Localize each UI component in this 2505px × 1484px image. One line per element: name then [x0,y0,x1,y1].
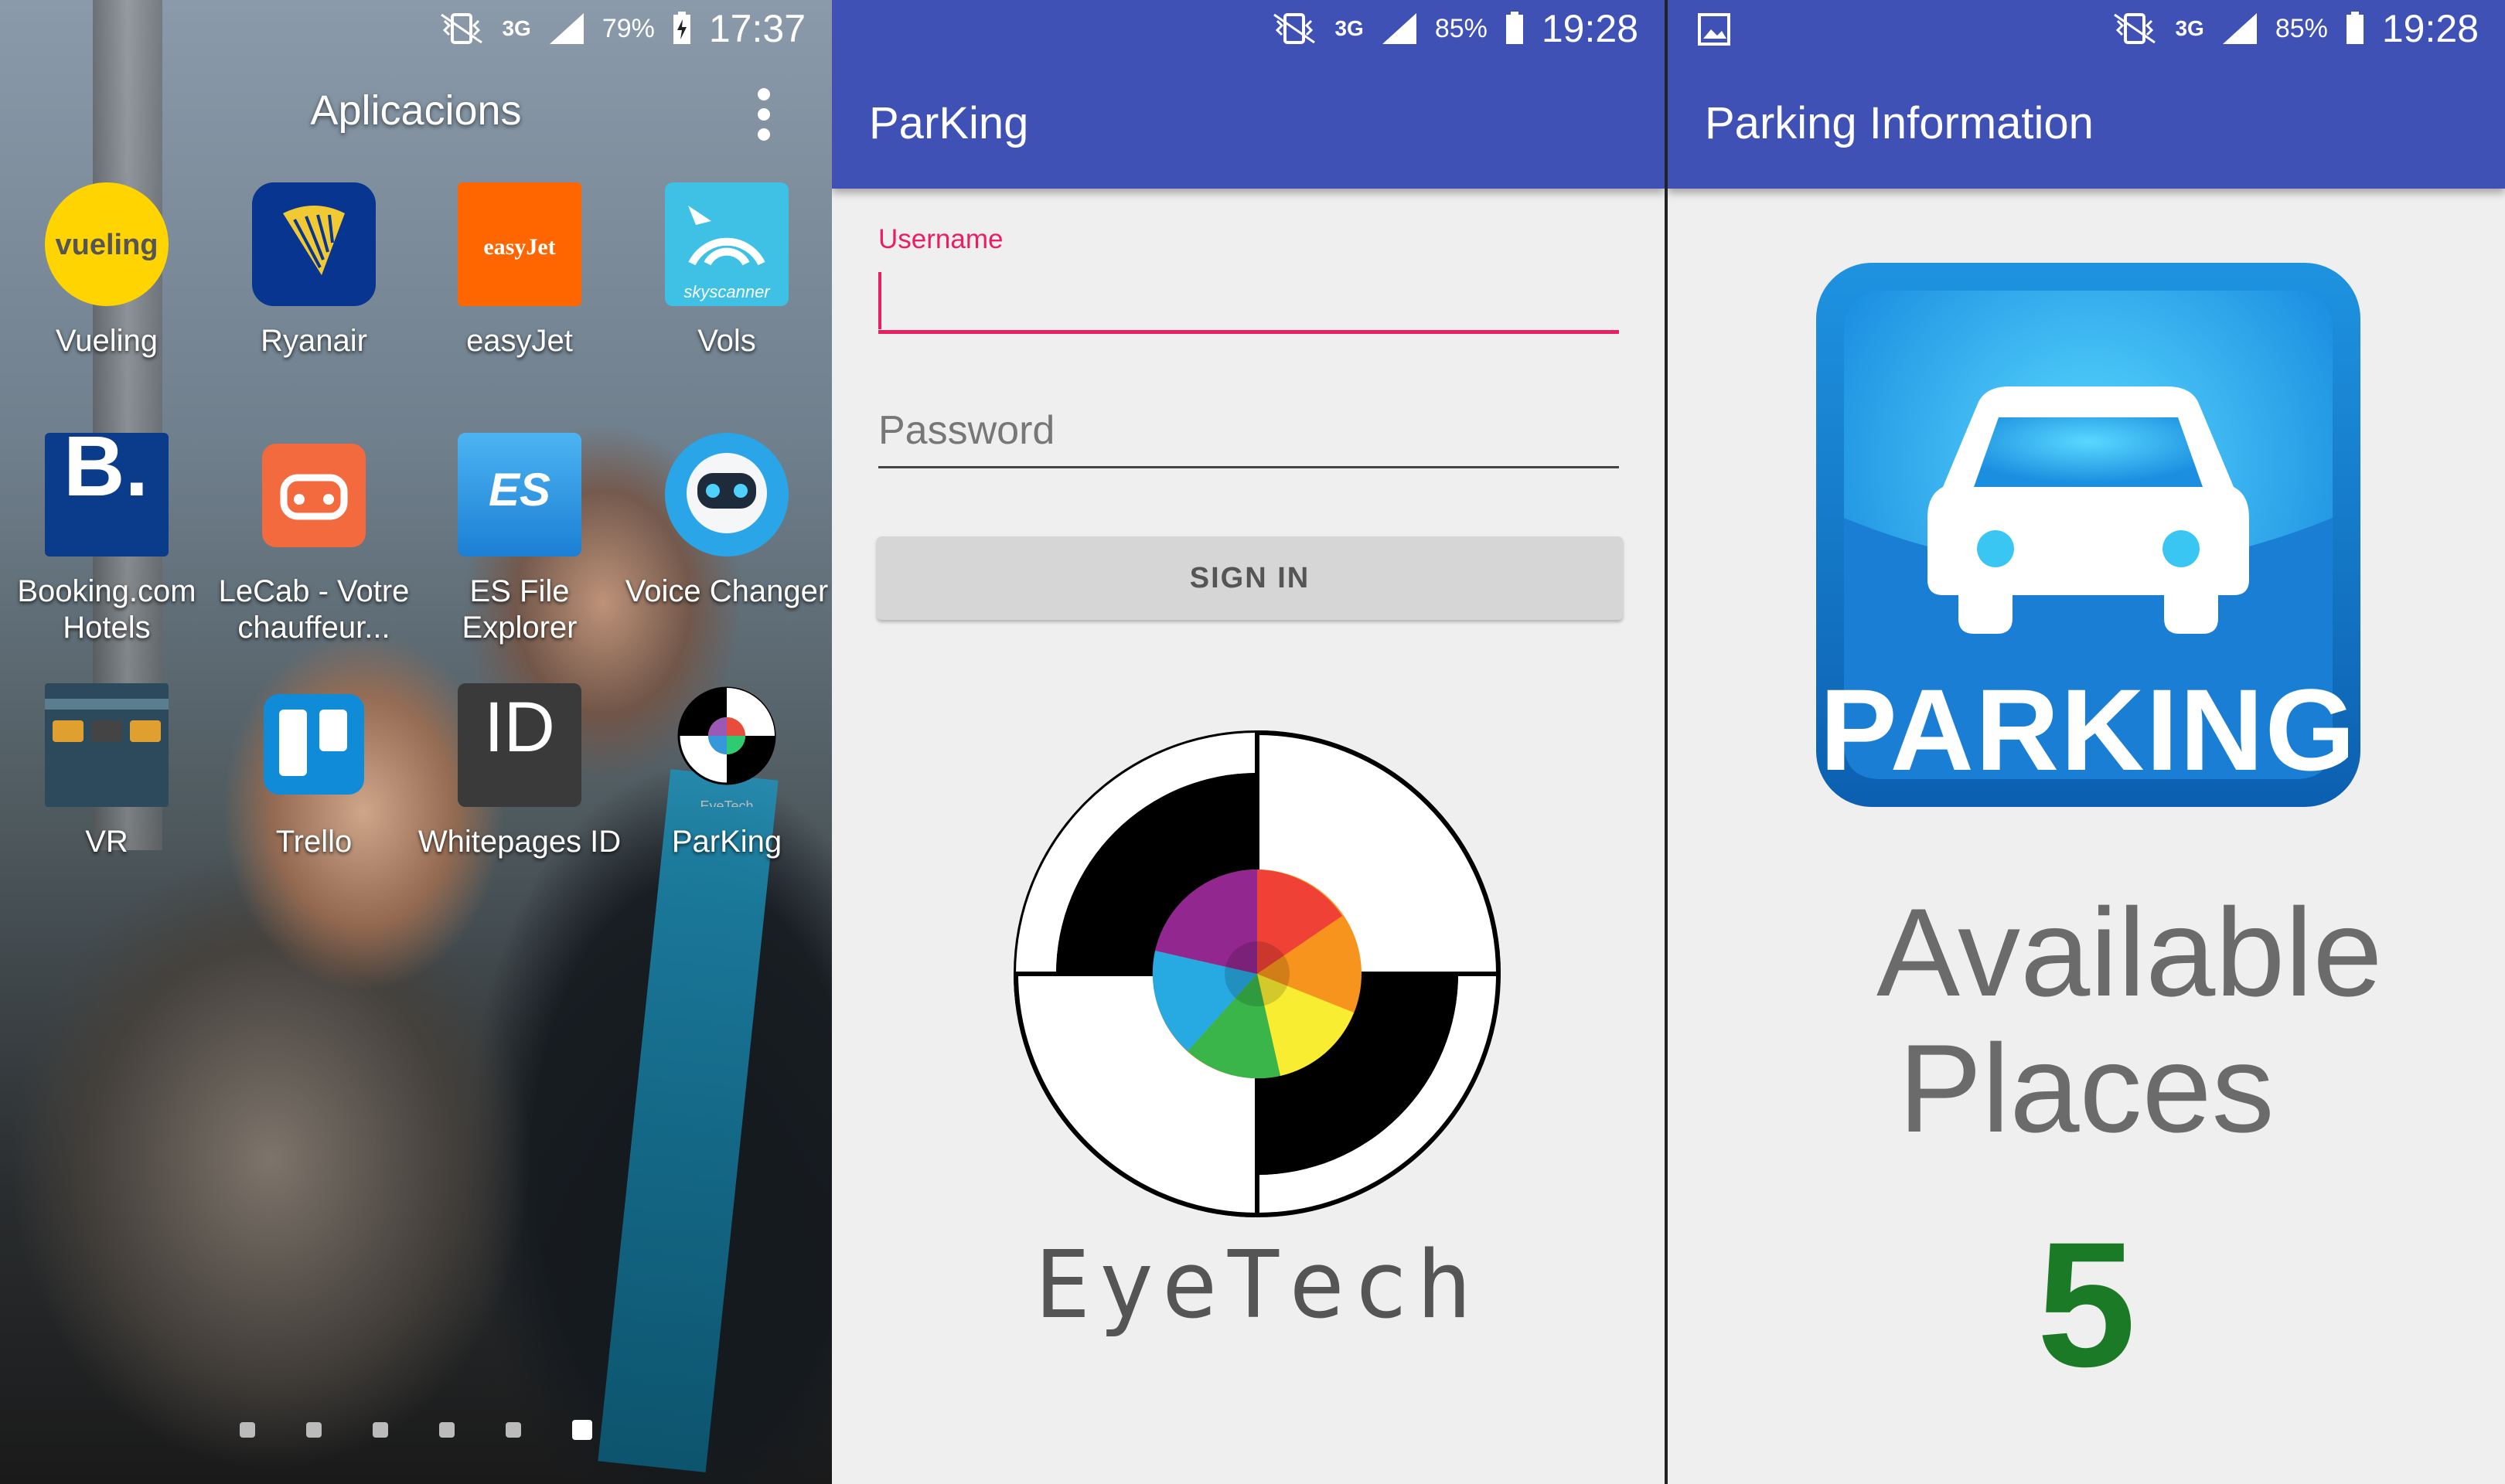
parking-info-screen: 3G 85% 19:28 Parking Information PARKING… [1668,0,2505,1484]
battery-icon [1505,12,1523,44]
app-label: Vols [697,324,756,358]
app-title: Parking Information [1705,98,2094,148]
eyetech-logo-icon: EyeTech [665,683,789,807]
app-voice-changer[interactable]: Voice Changer [625,433,829,610]
available-places-label: Available Places [1876,883,2383,1159]
app-label: Booking.com Hotels [17,574,196,645]
eyetech-shutter-icon [1013,730,1501,1218]
parking-sign-text: PARKING [1819,665,2357,795]
available-places-count: 5 [2036,1205,2136,1404]
battery-charging-icon [673,12,690,44]
eyetech-wordmark: EyeTech [1034,1232,1480,1339]
folder-title[interactable]: Aplicacions [0,87,832,134]
whitepages-id-icon: ID [458,683,581,807]
page-dot[interactable] [306,1422,322,1438]
app-label: VR [85,825,128,859]
battery-percent: 85% [2275,13,2328,43]
text-cursor [878,272,881,329]
app-parking[interactable]: EyeTech ParKing [625,683,829,860]
battery-percent: 85% [1434,13,1488,43]
clock: 19:28 [2381,7,2479,50]
page-dot[interactable] [373,1422,388,1438]
status-bar: 3G 79% 17:37 [0,0,832,57]
eyetech-logo: EyeTech [1002,719,1512,1339]
easyjet-icon: easyJet [458,182,581,306]
app-vueling[interactable]: vueling Vueling [5,182,209,359]
page-dot[interactable] [439,1422,455,1438]
app-label: Voice Changer [625,574,829,608]
vibrate-icon [2114,13,2156,44]
app-label: ES File Explorer [462,574,578,645]
app-vr[interactable]: VR [5,683,209,860]
signal-icon [549,13,584,44]
app-booking[interactable]: B. Booking.com Hotels [5,433,209,646]
page-dot-current[interactable] [572,1420,592,1440]
login-screen: 3G 85% 19:28 ParKing Username SIGN IN Ey… [832,0,1668,1484]
parking-sign: PARKING [1816,263,2360,807]
ryanair-harp-icon [252,182,376,306]
clock: 17:37 [708,7,806,50]
more-options-icon[interactable] [756,83,772,145]
app-title: ParKing [869,98,1029,148]
trello-icon [264,694,364,795]
app-ryanair[interactable]: Ryanair [212,182,416,359]
app-bar: 3G 85% 19:28 ParKing [832,0,1665,189]
vibrate-icon [441,13,483,44]
signal-icon [2222,13,2257,44]
vr-folder-icon [45,683,169,807]
signal-icon [1382,13,1416,44]
app-es-file-explorer[interactable]: ES ES File Explorer [418,433,622,646]
app-label: Ryanair [261,324,367,358]
username-input[interactable] [878,263,1619,334]
launcher-screen: 3G 79% 17:37 Aplicacions vueling Vueling… [0,0,832,1484]
page-dot[interactable] [240,1422,255,1438]
page-dot[interactable] [506,1422,521,1438]
image-notification-icon [1698,13,1730,46]
network-type: 3G [1334,16,1364,40]
status-bar: 3G 85% 19:28 [832,0,1665,57]
app-label: ParKing [671,825,782,859]
password-input[interactable] [878,394,1619,468]
username-label: Username [878,224,1004,254]
app-bar: 3G 85% 19:28 Parking Information [1668,0,2505,189]
status-bar: 3G 85% 19:28 [1668,0,2505,57]
app-label: Trello [275,825,353,859]
network-type: 3G [2175,16,2204,40]
app-label: LeCab - Votre chauffeur... [218,574,410,645]
app-easyjet[interactable]: easyJet easyJet [418,182,622,359]
clock: 19:28 [1541,7,1638,50]
battery-percent: 79% [602,13,655,43]
skyscanner-icon: skyscanner [665,182,789,306]
network-type: 3G [502,16,531,40]
app-label: Whitepages ID [418,825,622,859]
battery-icon [2346,12,2364,44]
robot-icon [665,433,789,556]
app-vols[interactable]: skyscanner Vols [625,182,829,359]
sign-in-button[interactable]: SIGN IN [877,536,1623,620]
es-folder-icon: ES [458,433,581,556]
vueling-icon: vueling [45,182,169,306]
lecab-car-icon [262,444,366,547]
booking-icon: B. [45,433,169,556]
app-whitepages-id[interactable]: ID Whitepages ID [418,683,622,860]
app-trello[interactable]: Trello [212,683,416,860]
app-lecab[interactable]: LeCab - Votre chauffeur... [212,433,416,646]
page-indicator[interactable] [0,1420,832,1440]
vibrate-icon [1273,13,1316,44]
app-label: easyJet [466,324,573,358]
app-label: Vueling [56,324,158,358]
